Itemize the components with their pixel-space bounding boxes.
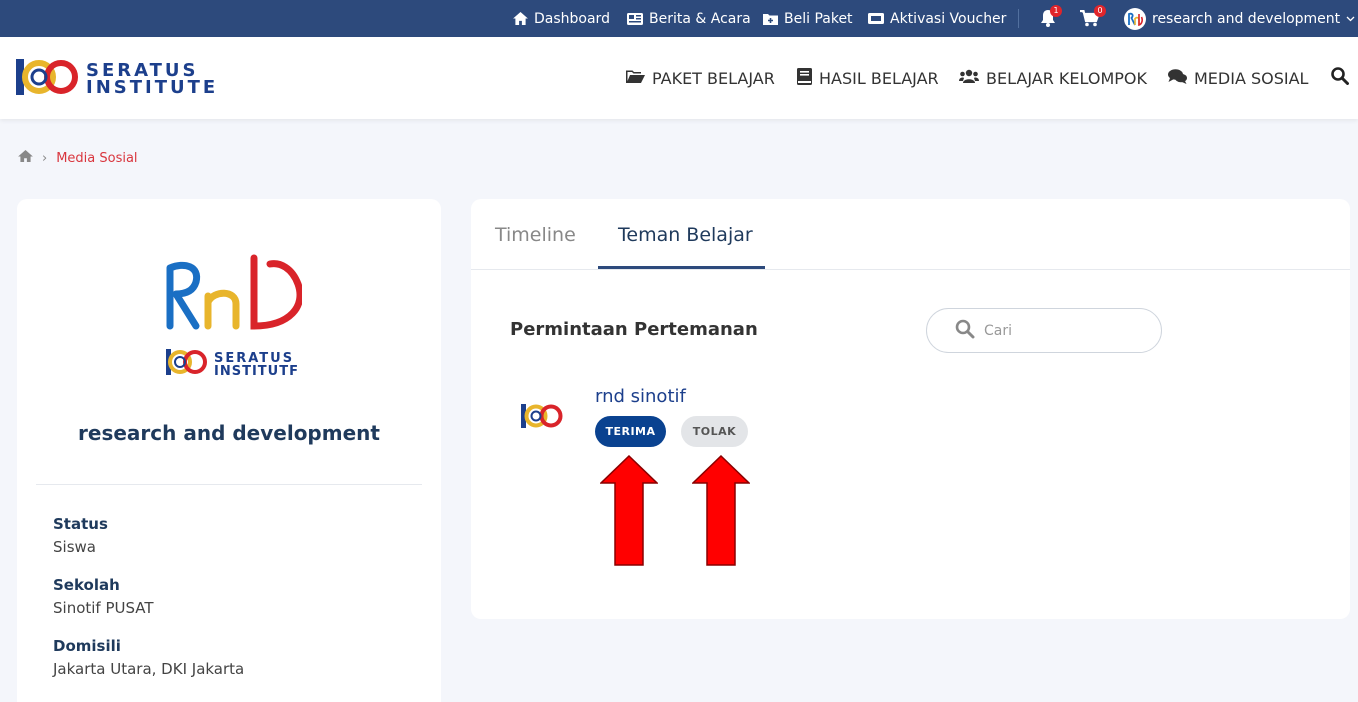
- nav-paket-belajar-label: PAKET BELAJAR: [652, 68, 775, 88]
- annotation-arrow-up-icon: [691, 454, 751, 571]
- reject-request-button[interactable]: TOLAK: [681, 416, 748, 447]
- accept-request-button[interactable]: TERIMA: [595, 416, 666, 447]
- notification-count-badge: 1: [1050, 5, 1062, 17]
- friend-search-box[interactable]: [926, 308, 1162, 353]
- profile-name: research and development: [78, 421, 380, 445]
- users-icon: [959, 69, 979, 88]
- school-value: Sinotif PUSAT: [53, 599, 154, 617]
- status-value: Siswa: [53, 538, 96, 556]
- buy-package-link[interactable]: Beli Paket: [763, 0, 853, 37]
- chevron-down-icon: [1346, 16, 1355, 22]
- nav-media-sosial[interactable]: MEDIA SOSIAL: [1168, 37, 1308, 119]
- domicile-label: Domisili: [53, 637, 121, 655]
- user-avatar: [1124, 7, 1146, 30]
- school-logo-line-2: INSTITUTF: [214, 364, 299, 379]
- brand-logo[interactable]: SERATUS INSTITUTE: [16, 57, 218, 101]
- tab-timeline[interactable]: Timeline: [495, 199, 576, 270]
- folder-open-icon: [626, 69, 645, 88]
- main-navbar: SERATUS INSTITUTE PAKET BELAJAR HASIL BE…: [0, 37, 1358, 119]
- user-name-label: research and development: [1152, 10, 1341, 27]
- folder-plus-icon: [763, 13, 778, 25]
- newspaper-icon: [627, 12, 643, 25]
- school-label: Sekolah: [53, 576, 120, 594]
- status-label: Status: [53, 515, 108, 533]
- buy-package-label: Beli Paket: [784, 10, 853, 27]
- friend-search-input[interactable]: [984, 322, 1144, 339]
- profile-card: SERATUS INSTITUTF research and developme…: [17, 199, 441, 702]
- tab-teman-belajar[interactable]: Teman Belajar: [618, 199, 753, 270]
- friends-card: Timeline Teman Belajar Permintaan Pertem…: [471, 199, 1350, 619]
- domicile-value: Jakarta Utara, DKI Jakarta: [53, 660, 245, 678]
- nav-search-button[interactable]: [1331, 37, 1349, 119]
- annotation-arrow-up-icon: [599, 454, 659, 571]
- home-icon: [513, 12, 528, 25]
- comments-icon: [1168, 68, 1187, 88]
- friend-requests-title: Permintaan Pertemanan: [510, 319, 758, 340]
- profile-divider: [36, 484, 422, 485]
- voucher-activation-link[interactable]: Aktivasi Voucher: [868, 0, 1006, 37]
- nav-belajar-kelompok[interactable]: BELAJAR KELOMPOK: [959, 37, 1147, 119]
- search-icon: [955, 319, 975, 343]
- dashboard-label: Dashboard: [534, 10, 610, 27]
- brand-rings-icon: [16, 57, 80, 101]
- top-bar: Dashboard Berita & Acara Beli Paket Akti…: [0, 0, 1358, 37]
- search-icon: [1331, 67, 1349, 89]
- active-tab-indicator: [598, 266, 765, 269]
- school-logo-wordmark: SERATUS INSTITUTF: [214, 352, 299, 378]
- requester-avatar[interactable]: [519, 401, 565, 435]
- breadcrumb: › Media Sosial: [18, 150, 138, 166]
- breadcrumb-current: Media Sosial: [56, 150, 138, 166]
- dashboard-link[interactable]: Dashboard: [513, 0, 610, 37]
- breadcrumb-separator-icon: ›: [42, 150, 48, 166]
- news-events-label: Berita & Acara: [649, 10, 751, 27]
- voucher-activation-label: Aktivasi Voucher: [890, 10, 1007, 27]
- cart-count-badge: 0: [1094, 5, 1106, 17]
- ticket-icon: [868, 13, 884, 24]
- nav-belajar-kelompok-label: BELAJAR KELOMPOK: [986, 68, 1147, 88]
- brand-line-2: INSTITUTE: [86, 77, 219, 98]
- book-icon: [797, 67, 812, 89]
- news-events-link[interactable]: Berita & Acara: [627, 0, 751, 37]
- brand-wordmark: SERATUS INSTITUTE: [86, 62, 219, 98]
- nav-media-sosial-label: MEDIA SOSIAL: [1194, 68, 1309, 88]
- home-icon[interactable]: [18, 150, 33, 166]
- topbar-divider: [1018, 9, 1019, 28]
- user-menu[interactable]: research and development: [1124, 0, 1355, 37]
- tab-bar: Timeline Teman Belajar: [471, 199, 1350, 270]
- nav-hasil-belajar[interactable]: HASIL BELAJAR: [797, 37, 939, 119]
- nav-paket-belajar[interactable]: PAKET BELAJAR: [626, 37, 775, 119]
- requester-name[interactable]: rnd sinotif: [595, 386, 686, 407]
- nav-hasil-belajar-label: HASIL BELAJAR: [819, 68, 939, 88]
